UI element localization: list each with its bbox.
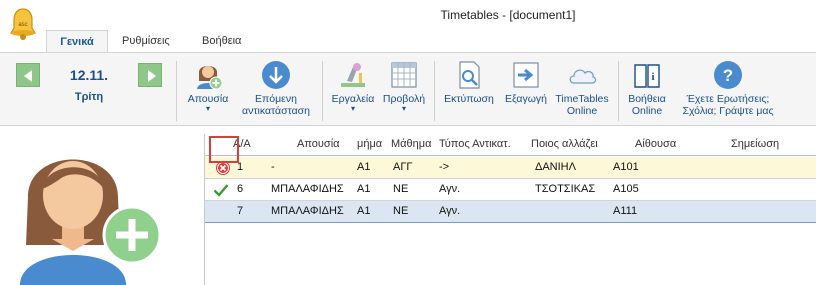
grid-view-icon — [388, 59, 420, 91]
cell-absence: - — [271, 161, 275, 173]
cell-who: ΤΣΟΤΣΙΚΑΣ — [535, 183, 596, 195]
feedback-label-2: Σχόλια; Γράψτε μας — [682, 105, 774, 117]
svg-text:asc: asc — [18, 22, 27, 28]
substitutions-table: Α/Α Απουσία μήμα Μάθημα Τύπος Αντικατ. Π… — [204, 134, 816, 285]
export-button[interactable]: Εξαγωγή — [500, 59, 552, 125]
next-substitution-button[interactable]: Επόμενη αντικατάσταση — [236, 59, 316, 125]
print-button[interactable]: Εκτύπωση — [440, 59, 498, 125]
ribbon-tabs: Γενικά Ρυθμίσεις Βοήθεια — [0, 30, 816, 52]
column-header[interactable]: Τύπος Αντικατ. — [439, 138, 511, 150]
feedback-label-1: Έχετε Ερωτήσεις; — [686, 93, 770, 105]
window-title: Timetables - [document1] — [440, 8, 576, 22]
cell-absence: ΜΠΑΛΑΦΙΔΗΣ — [271, 183, 344, 195]
column-header[interactable]: Αίθουσα — [635, 138, 676, 150]
tab-settings[interactable]: Ρυθμίσεις — [112, 30, 180, 52]
tab-help[interactable]: Βοήθεια — [192, 30, 251, 52]
view-button[interactable]: Προβολή ▾ — [380, 59, 428, 125]
cell-type: -> — [439, 161, 450, 173]
ribbon-separator — [618, 61, 619, 121]
cell-type: Αγν. — [439, 205, 461, 217]
current-day: Τρίτη — [74, 91, 104, 103]
cell-aa: 6 — [237, 183, 244, 195]
arrow-down-circle-icon — [260, 59, 292, 91]
cell-aa: 7 — [237, 205, 244, 217]
ribbon-separator — [322, 61, 323, 121]
title-bar: asc Timetables - [document1] — [0, 0, 816, 40]
column-header[interactable]: Σημείωση — [731, 138, 779, 150]
column-header[interactable]: μήμα — [357, 138, 382, 150]
checkmark-icon — [213, 184, 229, 197]
column-header[interactable]: Ποιος αλλάζει — [531, 138, 598, 150]
cloud-icon — [566, 59, 598, 91]
cell-absence: ΜΠΑΛΑΦΙΔΗΣ — [271, 205, 344, 217]
print-label: Εκτύπωση — [444, 93, 494, 105]
tab-general[interactable]: Γενικά — [46, 30, 108, 52]
svg-text:i: i — [651, 71, 654, 83]
chevron-down-icon: ▾ — [401, 104, 406, 113]
cell-room: Α101 — [613, 161, 639, 173]
ribbon-separator — [176, 61, 177, 121]
column-header[interactable]: Απουσία — [297, 138, 340, 150]
current-date: 12.11. — [69, 67, 109, 83]
next-substitution-label-2: αντικατάσταση — [242, 105, 310, 117]
export-icon — [510, 59, 542, 91]
book-info-icon: i — [631, 59, 663, 91]
print-preview-icon — [453, 59, 485, 91]
ribbon-separator — [434, 61, 435, 121]
help-online-button[interactable]: i Βοήθεια Online — [622, 59, 672, 125]
chevron-down-icon: ▾ — [350, 104, 355, 113]
teacher-avatar-panel — [0, 127, 204, 285]
next-substitution-label-1: Επόμενη — [255, 93, 297, 105]
help-online-label-1: Βοήθεια — [628, 93, 666, 105]
question-icon: ? — [712, 59, 744, 91]
chevron-down-icon: ▾ — [205, 104, 210, 113]
teacher-avatar-icon — [20, 159, 162, 285]
column-header[interactable]: Μάθημα — [391, 138, 431, 150]
tools-icon — [337, 59, 369, 91]
cell-room: Α105 — [613, 183, 639, 195]
cell-room: Α111 — [613, 205, 638, 217]
next-day-button[interactable] — [138, 63, 162, 87]
ribbon-toolbar: 12.11. Τρίτη Απουσία ▾ Επόμενη αντικατάσ… — [0, 52, 816, 126]
person-add-icon — [192, 59, 224, 91]
table-row[interactable]: 7 ΜΠΑΛΑΦΙΔΗΣ Α1 ΝΕ Αγν. Α111 — [205, 201, 816, 223]
absence-button[interactable]: Απουσία ▾ — [184, 59, 232, 125]
export-label: Εξαγωγή — [504, 93, 548, 105]
table-header: Α/Α Απουσία μήμα Μάθημα Τύπος Αντικατ. Π… — [205, 134, 816, 156]
cell-class: Α1 — [357, 205, 371, 217]
timetables-online-button[interactable]: TimeTables Online — [552, 59, 612, 125]
cell-subject: ΝΕ — [393, 183, 409, 195]
svg-text:?: ? — [723, 66, 733, 85]
previous-day-button[interactable] — [16, 63, 40, 87]
online-label-1: TimeTables — [555, 93, 609, 105]
cell-subject: ΝΕ — [393, 205, 409, 217]
cell-class: Α1 — [357, 183, 371, 195]
online-label-2: Online — [566, 105, 598, 117]
tools-button[interactable]: Εργαλεία ▾ — [328, 59, 378, 125]
cell-type: Αγν. — [439, 183, 461, 195]
selection-highlight — [209, 136, 239, 163]
help-online-label-2: Online — [631, 105, 663, 117]
cell-who: ΔΑΝΙΗΛ — [535, 161, 576, 173]
feedback-button[interactable]: ? Έχετε Ερωτήσεις; Σχόλια; Γράψτε μας — [676, 59, 780, 125]
cell-class: Α1 — [357, 161, 371, 173]
table-row[interactable]: 6 ΜΠΑΛΑΦΙΔΗΣ Α1 ΝΕ Αγν. ΤΣΟΤΣΙΚΑΣ Α105 — [205, 179, 816, 201]
cell-subject: ΑΓΓ — [393, 161, 413, 173]
table-row[interactable]: 1 - Α1 ΑΓΓ -> ΔΑΝΙΗΛ Α101 — [205, 157, 816, 179]
